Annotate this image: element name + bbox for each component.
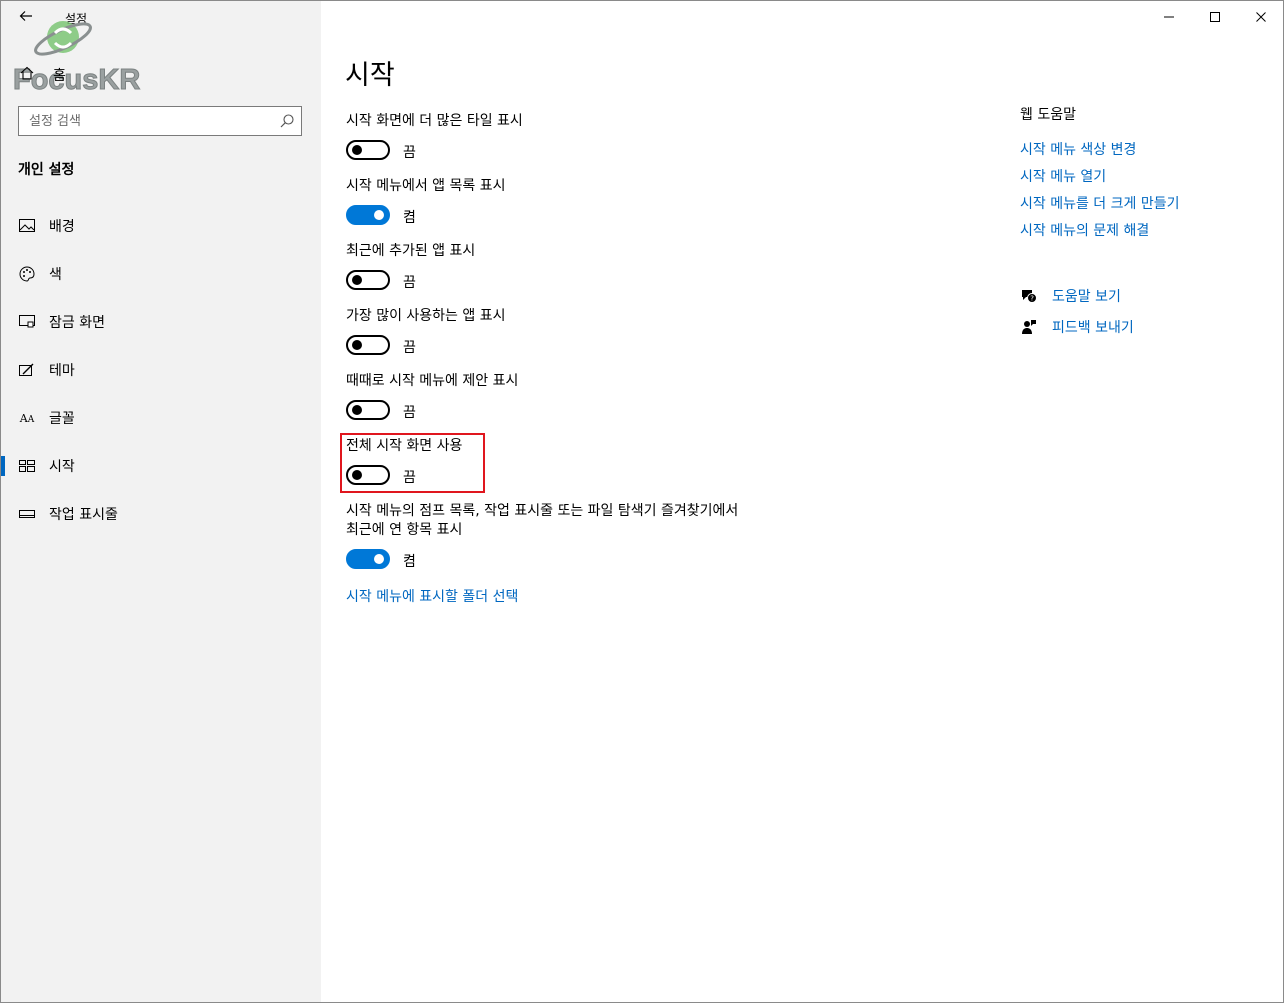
setting-label-suggestions: 때때로 시작 메뉴에 제안 표시: [346, 373, 519, 389]
toggle-state-text: 끔: [403, 275, 416, 291]
choose-folders-link[interactable]: 시작 메뉴에 표시할 폴더 선택: [346, 586, 518, 606]
sidebar-item-label: 글꼴: [49, 411, 75, 427]
settings-window: 설정 FocusKR 홈 개인 설정: [0, 0, 1284, 1003]
toggle-knob: [374, 554, 384, 564]
search-icon[interactable]: [279, 113, 295, 129]
toggle-state-text: 켬: [403, 554, 416, 570]
feedback-icon: [1020, 318, 1038, 336]
taskbar-icon: [18, 505, 36, 523]
close-icon: [1256, 12, 1266, 22]
toggle-knob: [352, 470, 362, 480]
toggle-suggestions[interactable]: [346, 400, 390, 420]
home-nav[interactable]: 홈: [19, 64, 66, 86]
toggle-knob: [374, 210, 384, 220]
sidebar-item-fonts[interactable]: AA 글꼴: [1, 398, 321, 438]
help-link-change-color[interactable]: 시작 메뉴 색상 변경: [1020, 139, 1136, 159]
home-icon: [19, 65, 39, 85]
start-tiles-icon: [18, 457, 36, 475]
minimize-button[interactable]: [1146, 1, 1192, 33]
sidebar-item-label: 배경: [49, 219, 75, 235]
setting-label-most-used: 가장 많이 사용하는 앱 표시: [346, 308, 506, 324]
setting-label-recent-items-line1: 시작 메뉴의 점프 목록, 작업 표시줄 또는 파일 탐색기 즐겨찾기에서: [346, 503, 739, 519]
toggle-app-list[interactable]: [346, 205, 390, 225]
section-title: 개인 설정: [18, 162, 75, 178]
toggle-recently-added[interactable]: [346, 270, 390, 290]
toggle-state-text: 켬: [403, 210, 416, 226]
toggle-knob: [352, 340, 362, 350]
sidebar-item-label: 잠금 화면: [49, 315, 105, 331]
sidebar-item-color[interactable]: 색: [1, 254, 321, 294]
toggle-most-used[interactable]: [346, 335, 390, 355]
sidebar-item-label: 작업 표시줄: [49, 507, 118, 523]
sidebar-item-theme[interactable]: 테마: [1, 350, 321, 390]
sidebar-item-label: 색: [49, 267, 62, 283]
setting-label-recent-items-line2: 최근에 연 항목 표시: [346, 522, 463, 538]
toggle-knob: [352, 145, 362, 155]
home-label: 홈: [53, 68, 66, 84]
toggle-knob: [352, 405, 362, 415]
minimize-icon: [1164, 16, 1174, 18]
search-input[interactable]: [19, 107, 289, 135]
help-link-open-start[interactable]: 시작 메뉴 열기: [1020, 166, 1106, 186]
toggle-state-text: 끔: [403, 145, 416, 161]
close-button[interactable]: [1238, 1, 1283, 33]
toggle-state-text: 끔: [403, 405, 416, 421]
help-link-troubleshoot[interactable]: 시작 메뉴의 문제 해결: [1020, 220, 1149, 240]
help-title: 웹 도움말: [1020, 107, 1076, 123]
sidebar: 설정 FocusKR 홈 개인 설정: [1, 1, 321, 1002]
search-box[interactable]: [18, 106, 302, 136]
page-title: 시작: [345, 60, 395, 91]
setting-label-app-list: 시작 메뉴에서 앱 목록 표시: [346, 178, 506, 194]
theme-brush-icon: [18, 361, 36, 379]
sidebar-item-label: 시작: [49, 459, 75, 475]
sidebar-item-label: 테마: [49, 363, 75, 379]
get-help-link[interactable]: ? 도움말 보기: [1020, 286, 1121, 306]
help-link-bigger-start[interactable]: 시작 메뉴를 더 크게 만들기: [1020, 193, 1179, 213]
sidebar-item-background[interactable]: 배경: [1, 206, 321, 246]
get-help-label: 도움말 보기: [1052, 289, 1121, 305]
svg-text:?: ?: [1030, 295, 1034, 303]
sidebar-item-lock-screen[interactable]: 잠금 화면: [1, 302, 321, 342]
send-feedback-label: 피드백 보내기: [1052, 320, 1134, 336]
toggle-state-text: 끔: [403, 340, 416, 356]
picture-icon: [18, 217, 36, 235]
sidebar-item-start[interactable]: 시작: [1, 446, 321, 486]
toggle-state-text: 끔: [403, 470, 416, 486]
setting-label-full-screen: 전체 시작 화면 사용: [346, 438, 463, 454]
lock-screen-icon: [18, 313, 36, 331]
sidebar-item-taskbar[interactable]: 작업 표시줄: [1, 494, 321, 534]
setting-label-recently-added: 최근에 추가된 앱 표시: [346, 243, 476, 259]
maximize-icon: [1210, 12, 1220, 22]
send-feedback-link[interactable]: 피드백 보내기: [1020, 317, 1134, 337]
palette-icon: [18, 265, 36, 283]
maximize-button[interactable]: [1192, 1, 1238, 33]
font-icon: AA: [18, 409, 36, 427]
toggle-full-screen[interactable]: [346, 465, 390, 485]
setting-label-more-tiles: 시작 화면에 더 많은 타일 표시: [346, 113, 523, 129]
toggle-knob: [352, 275, 362, 285]
help-chat-icon: ?: [1020, 287, 1038, 305]
toggle-more-tiles[interactable]: [346, 140, 390, 160]
toggle-recent-items[interactable]: [346, 549, 390, 569]
font-icon-glyph: AA: [19, 411, 35, 425]
